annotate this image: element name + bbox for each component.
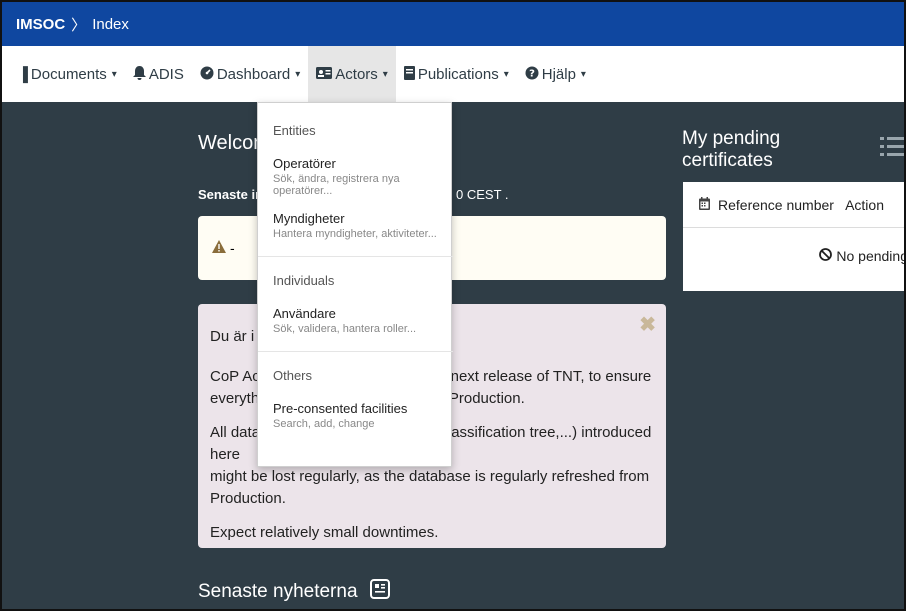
dropdown-item-operatorer[interactable]: Operatörer Sök, ändra, registrera nya op… [273,156,451,197]
menu-documents-label: Documents [30,65,107,83]
main-menu: ▐ Documents ▾ ADIS Dashboard ▾ Actors ▾ [2,46,904,102]
menu-publications-label: Publications [417,65,499,83]
dropdown-header: Individuals [273,273,335,288]
notice-paragraph-3: Expect relatively small downtimes. [210,524,439,541]
chevron-down-icon: ▾ [295,68,301,80]
svg-text:?: ? [529,68,535,79]
bell-icon [132,65,146,83]
chevron-down-icon: ▾ [382,68,388,80]
document-icon: ▐ [18,66,28,82]
newspaper-icon [369,579,390,605]
dropdown-header: Entities [273,123,316,138]
column-action: Action [845,196,884,213]
menu-adis-label: ADIS [148,65,184,83]
menu-actors-label: Actors [335,65,378,83]
menu-dashboard[interactable]: Dashboard ▾ [192,46,308,102]
brand-logo[interactable]: IMSOC [16,16,65,33]
calendar-icon [699,196,710,213]
dropdown-group-others: Others Pre-consented facilities Search, … [258,352,451,430]
ban-icon [819,248,833,264]
app-frame: IMSOC 〉 Index ▐ Documents ▾ ADIS Dashboa… [0,0,906,611]
dropdown-item-pre-consented-facilities[interactable]: Pre-consented facilities Search, add, ch… [273,401,451,430]
breadcrumb-index[interactable]: Index [92,16,129,33]
chevron-down-icon: ▾ [111,68,117,80]
menu-help[interactable]: ? Hjälp ▾ [517,46,594,102]
chevron-down-icon: ▾ [503,68,509,80]
menu-publications[interactable]: Publications ▾ [396,46,517,102]
question-icon: ? [525,66,539,83]
id-card-icon [316,66,333,82]
breadcrumb-separator: 〉 [71,16,87,34]
warning-icon [212,239,226,257]
dropdown-group-individuals: Individuals Användare Sök, validera, han… [258,257,451,351]
column-reference-number[interactable]: Reference number [718,197,834,213]
dropdown-item-myndigheter[interactable]: Myndigheter Hantera myndigheter, aktivit… [273,211,451,240]
pending-certificates-table: Reference number Action No pending [683,182,906,291]
pending-certificates-title: My pending certificates [682,128,904,172]
dashboard-icon [200,66,214,83]
close-icon[interactable]: ✖ [639,314,656,336]
actors-dropdown-menu: Entities Operatörer Sök, ändra, registre… [257,102,453,467]
dropdown-group-entities: Entities Operatörer Sök, ändra, registre… [258,103,451,256]
last-login-label: Senaste in [198,187,264,202]
empty-state-text: No pending [836,248,906,264]
book-icon [403,65,415,83]
menu-help-label: Hjälp [541,65,576,83]
menu-adis[interactable]: ADIS [125,46,192,102]
chevron-down-icon: ▾ [580,68,586,80]
last-login-value: 0 CEST . [456,187,509,202]
list-icon[interactable] [880,136,904,164]
warning-text: - [230,240,235,256]
empty-state: No pending [819,248,906,264]
table-header-row: Reference number Action [683,182,904,228]
menu-actors[interactable]: Actors ▾ [308,46,396,102]
news-section-title: Senaste nyheterna [198,579,390,605]
menu-documents[interactable]: ▐ Documents ▾ [10,46,125,102]
dropdown-item-anvandare[interactable]: Användare Sök, validera, hantera roller.… [273,306,451,335]
top-bar: IMSOC 〉 Index [2,2,904,46]
menu-dashboard-label: Dashboard [216,65,291,83]
dropdown-header: Others [273,368,313,383]
